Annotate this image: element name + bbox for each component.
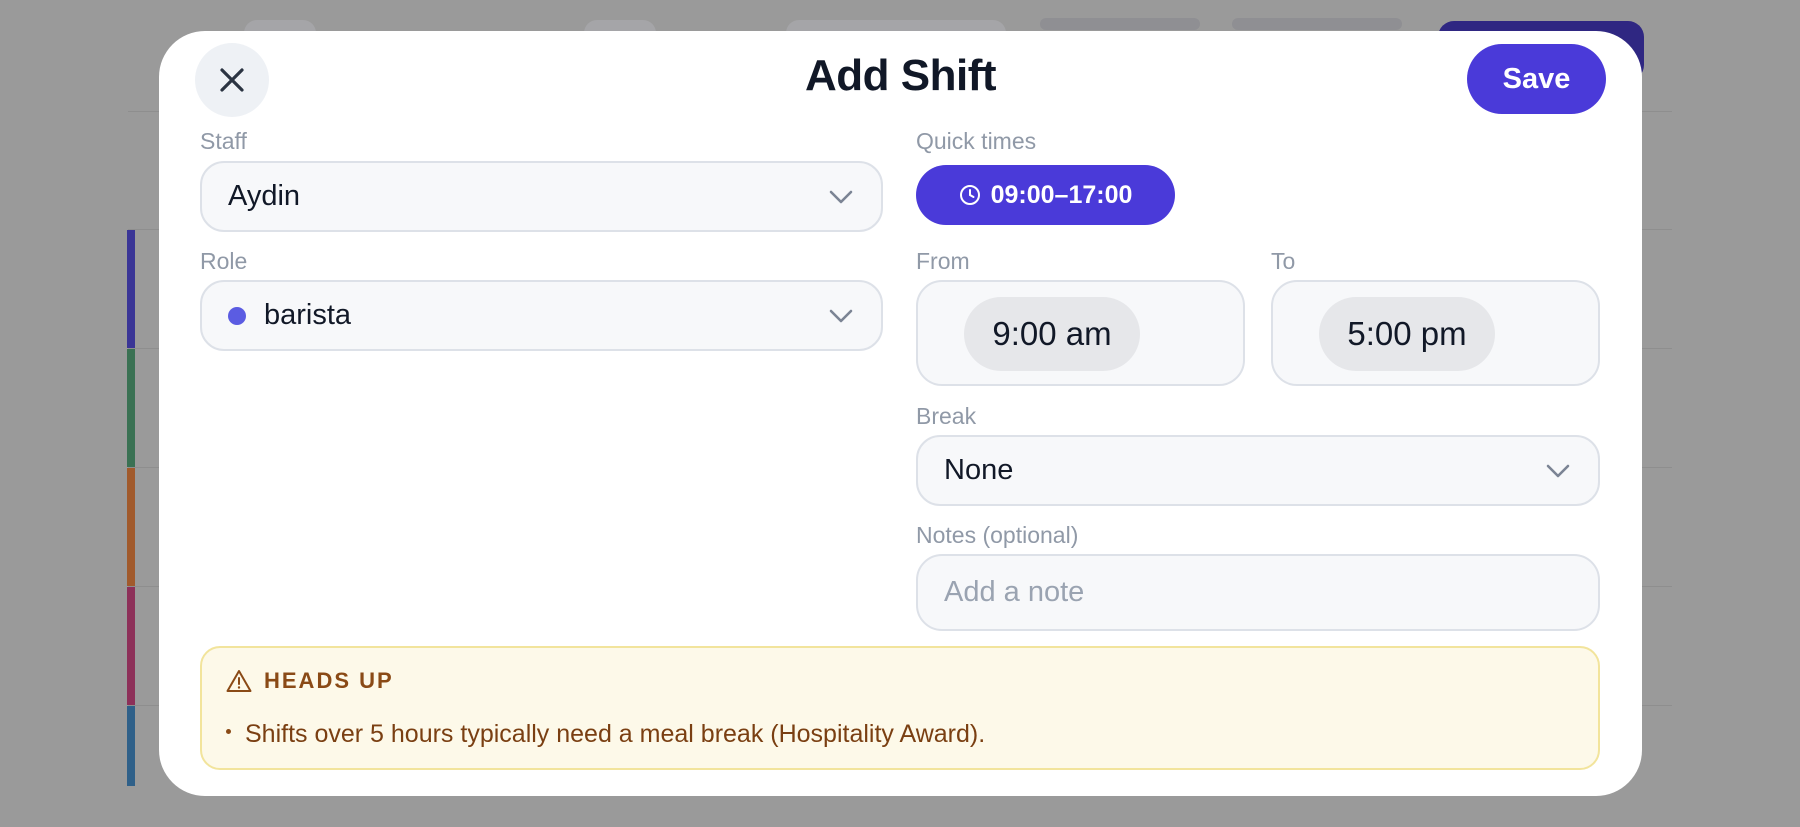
chevron-down-icon (1546, 464, 1570, 477)
add-shift-modal: Add Shift Save Staff Aydin Role barista … (159, 31, 1642, 796)
quick-time-chip[interactable]: 09:00–17:00 (916, 165, 1175, 225)
from-label: From (916, 248, 970, 274)
warning-title: HEADS UP (264, 668, 394, 693)
warning-message-row: Shifts over 5 hours typically need a mea… (226, 720, 985, 749)
role-select[interactable]: barista (200, 280, 883, 351)
clock-icon (959, 185, 980, 205)
bullet-icon (226, 729, 231, 734)
save-button[interactable]: Save (1467, 44, 1606, 114)
break-label: Break (916, 403, 977, 429)
break-value: None (944, 454, 1014, 486)
warning-header: HEADS UP (226, 668, 394, 694)
to-time-field: 5:00 pm (1271, 280, 1600, 386)
background-row-stripe (127, 706, 135, 786)
notes-label: Notes (optional) (916, 522, 1079, 548)
modal-title: Add Shift (804, 51, 997, 100)
background-row-stripe (127, 230, 135, 348)
warning-message: Shifts over 5 hours typically need a mea… (245, 720, 986, 748)
heads-up-warning: HEADS UP Shifts over 5 hours typically n… (200, 646, 1600, 770)
role-value: barista (264, 299, 352, 331)
chevron-down-icon (829, 309, 853, 322)
staff-label: Staff (200, 128, 247, 154)
from-time-field: 9:00 am (916, 280, 1245, 386)
break-select[interactable]: None (916, 435, 1600, 506)
staff-value: Aydin (228, 180, 301, 212)
background-row-stripe (127, 349, 135, 467)
staff-select[interactable]: Aydin (200, 161, 883, 232)
quick-times-label: Quick times (916, 128, 1037, 154)
warning-triangle-icon (226, 670, 252, 692)
to-label: To (1271, 248, 1296, 274)
role-color-dot (228, 306, 246, 325)
background-row-stripe (127, 587, 135, 705)
chevron-down-icon (829, 190, 853, 203)
background-row-stripe (127, 468, 135, 586)
to-time-picker[interactable]: 5:00 pm (1319, 297, 1495, 371)
notes-input[interactable] (916, 554, 1600, 631)
from-time-picker[interactable]: 9:00 am (964, 297, 1140, 371)
background-text (1232, 18, 1402, 30)
background-text (1040, 18, 1200, 30)
quick-time-chip-label: 09:00–17:00 (990, 180, 1133, 209)
role-label: Role (200, 248, 248, 274)
